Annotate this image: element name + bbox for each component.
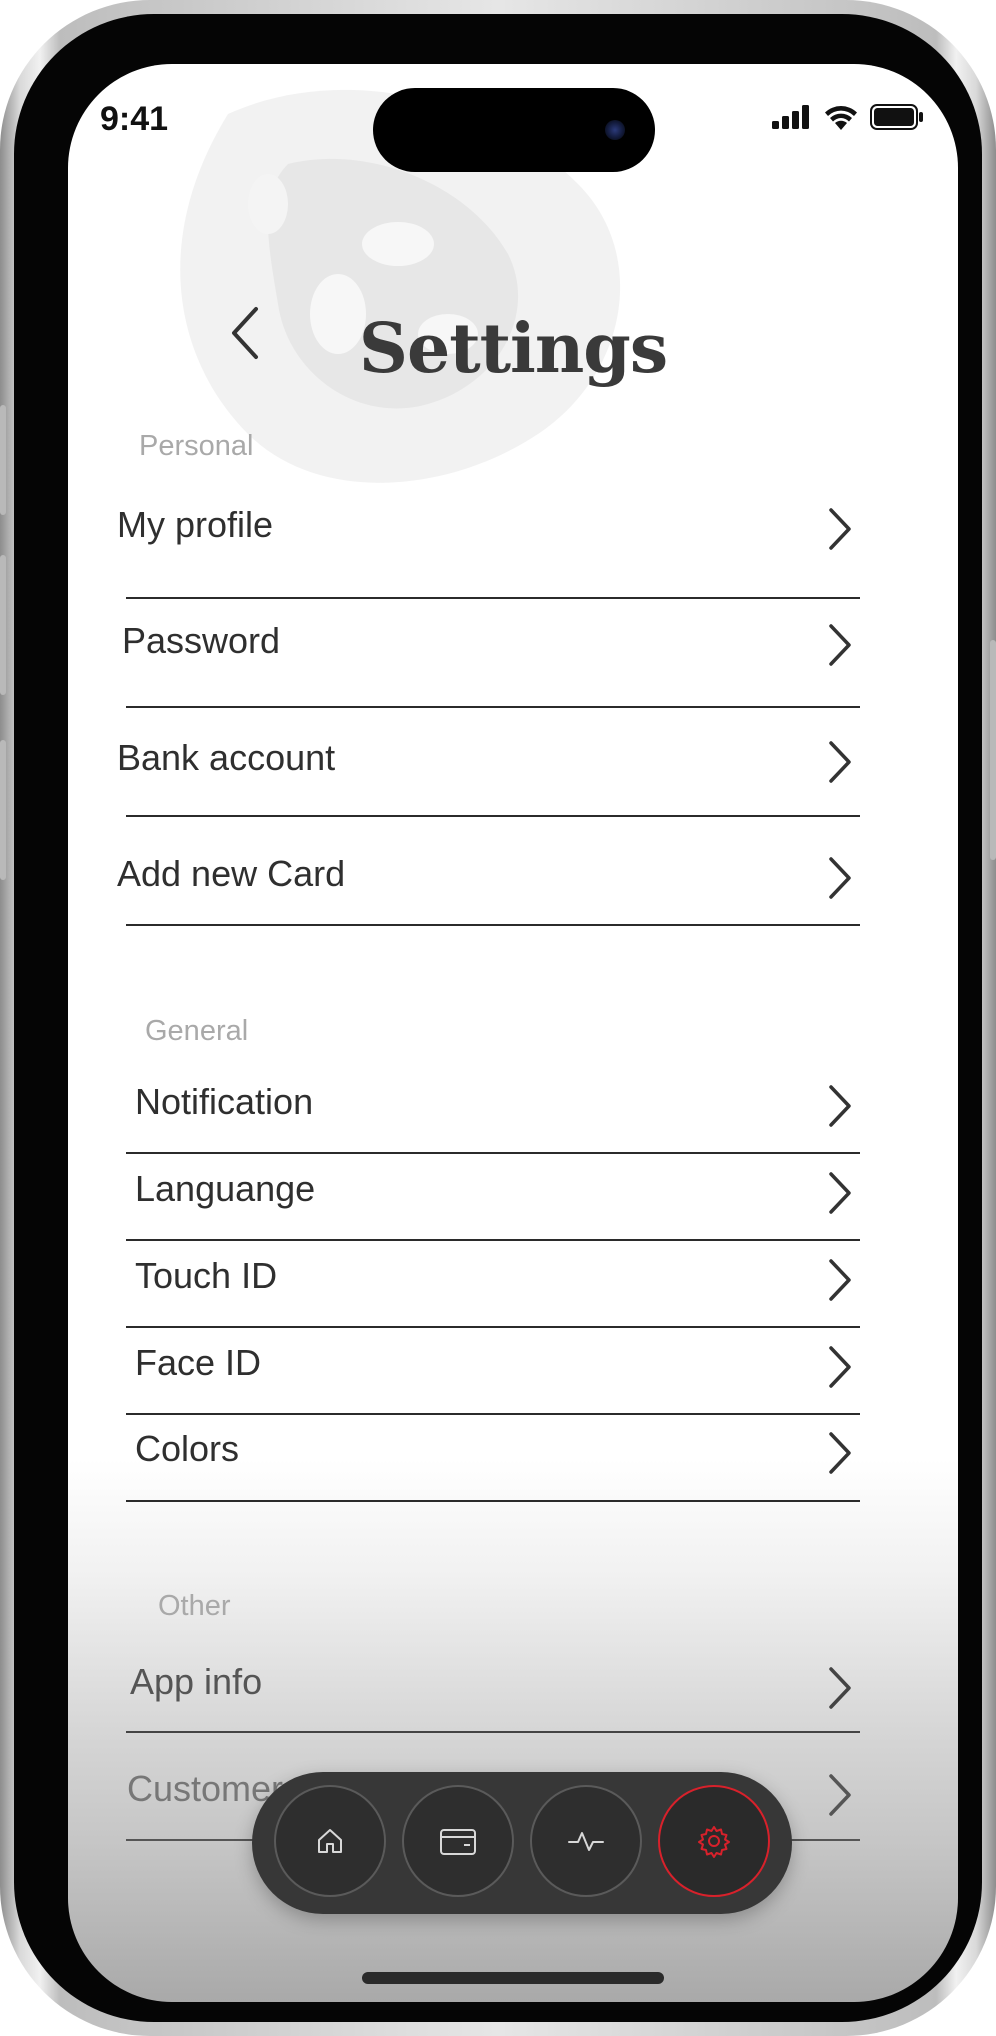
bottom-navigation [252, 1772, 792, 1914]
settings-row-password[interactable]: Password [68, 620, 958, 710]
settings-row-my-profile[interactable]: My profile [68, 504, 958, 594]
chevron-right-icon [829, 1667, 851, 1709]
phone-bezel: 9:41 Settings Personal My profile Passwo… [14, 14, 982, 2022]
action-button [0, 405, 6, 515]
settings-row-touch-id[interactable]: Touch ID [68, 1255, 958, 1325]
section-label-other: Other [158, 1590, 231, 1622]
chevron-right-icon [829, 1774, 851, 1816]
divider [126, 1239, 860, 1241]
row-label: Face ID [135, 1342, 262, 1383]
divider [126, 924, 860, 926]
chevron-right-icon [829, 508, 851, 550]
page-title: Settings [358, 309, 668, 389]
row-label: Notification [135, 1081, 314, 1122]
nav-wallet-button[interactable] [402, 1785, 514, 1897]
divider [126, 815, 860, 817]
row-label: Password [122, 620, 281, 661]
home-icon [318, 1829, 342, 1853]
battery-icon [870, 104, 923, 130]
cellular-signal-icon [772, 105, 809, 129]
activity-icon [568, 1832, 604, 1851]
status-icons [772, 104, 924, 130]
row-label: Bank account [117, 737, 336, 778]
row-label: App info [130, 1661, 263, 1702]
section-label-general: General [145, 1015, 249, 1047]
home-indicator[interactable] [362, 1972, 664, 1984]
chevron-right-icon [829, 1172, 851, 1214]
chevron-right-icon [829, 1085, 851, 1127]
status-time: 9:41 [100, 100, 169, 138]
row-label: Languange [135, 1168, 316, 1209]
chevron-right-icon [829, 741, 851, 783]
nav-home-button[interactable] [274, 1785, 386, 1897]
row-label: Colors [135, 1428, 240, 1469]
row-label: Add new Card [117, 853, 346, 894]
divider [126, 1152, 860, 1154]
divider [126, 597, 860, 599]
row-label: My profile [117, 504, 274, 545]
chevron-right-icon [829, 857, 851, 899]
divider [126, 1413, 860, 1415]
settings-row-notification[interactable]: Notification [68, 1081, 958, 1151]
divider [126, 706, 860, 708]
section-label-personal: Personal [139, 430, 254, 462]
divider [126, 1500, 860, 1502]
gear-icon [698, 1826, 730, 1858]
wifi-icon [825, 106, 857, 130]
divider [126, 1326, 860, 1328]
chevron-right-icon [829, 1432, 851, 1474]
volume-up-button [0, 555, 6, 695]
phone-frame: 9:41 Settings Personal My profile Passwo… [0, 0, 996, 2036]
settings-row-add-new-card[interactable]: Add new Card [68, 853, 958, 943]
screen: 9:41 Settings Personal My profile Passwo… [68, 64, 958, 2002]
settings-row-face-id[interactable]: Face ID [68, 1342, 958, 1412]
settings-row-language[interactable]: Languange [68, 1168, 958, 1238]
wallet-icon [440, 1829, 476, 1855]
chevron-right-icon [829, 1259, 851, 1301]
header: Settings [68, 279, 958, 389]
divider [126, 1731, 860, 1733]
settings-row-app-info[interactable]: App info [68, 1661, 958, 1741]
chevron-right-icon [829, 1346, 851, 1388]
row-label: Customer [127, 1768, 284, 1809]
status-bar: 9:41 [68, 64, 958, 174]
settings-row-bank-account[interactable]: Bank account [68, 737, 958, 827]
nav-activity-button[interactable] [530, 1785, 642, 1897]
dynamic-island [373, 88, 655, 172]
power-button [990, 640, 996, 860]
nav-settings-button[interactable] [658, 1785, 770, 1897]
front-camera-icon [605, 120, 625, 140]
settings-row-colors[interactable]: Colors [68, 1428, 958, 1498]
volume-down-button [0, 740, 6, 880]
row-label: Touch ID [135, 1255, 278, 1296]
chevron-right-icon [829, 624, 851, 666]
